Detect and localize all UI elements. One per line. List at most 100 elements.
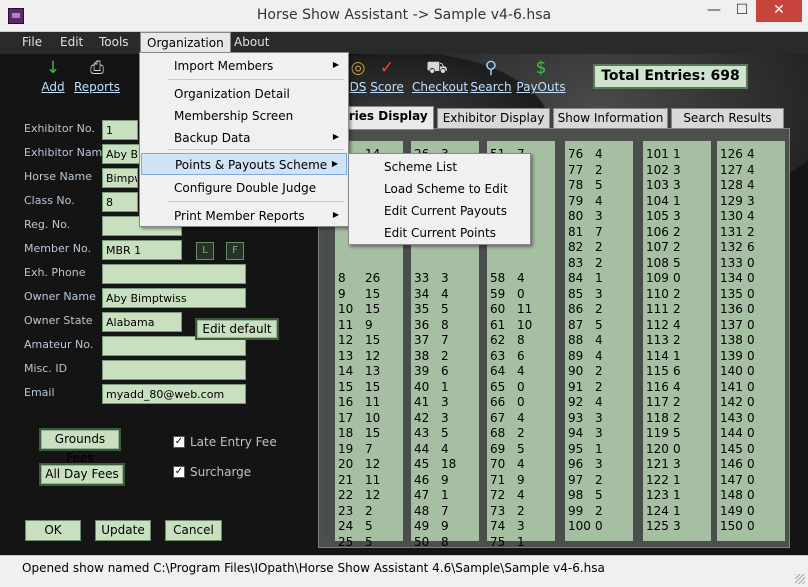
entry-row[interactable]: 105 3 — [643, 209, 711, 225]
entry-row[interactable]: 37 7 — [411, 333, 479, 349]
entry-row[interactable]: 140 0 — [717, 364, 785, 380]
entry-row[interactable]: 69 5 — [487, 442, 555, 458]
entry-row[interactable]: 109 0 — [643, 271, 711, 287]
surcharge-checkbox[interactable]: ✓ — [173, 466, 185, 478]
entry-row[interactable]: 21 11 — [335, 473, 403, 489]
entry-row[interactable]: 75 1 — [487, 535, 555, 551]
entry-row[interactable]: 8 26 — [335, 271, 403, 287]
entry-row[interactable]: 89 4 — [565, 349, 633, 365]
field-misc-id[interactable] — [102, 360, 246, 380]
entry-row[interactable]: 11 9 — [335, 318, 403, 334]
entry-row[interactable]: 114 1 — [643, 349, 711, 365]
entry-row[interactable]: 24 5 — [335, 519, 403, 535]
org-menu-organization-detail[interactable]: Organization Detail — [141, 83, 347, 105]
entry-row[interactable]: 123 1 — [643, 488, 711, 504]
entry-row[interactable]: 15 15 — [335, 380, 403, 396]
toolbar-reports-button[interactable]: ⎙ Reports — [72, 57, 122, 94]
entry-row[interactable]: 102 3 — [643, 163, 711, 179]
tab-show-information[interactable]: Show Information — [553, 108, 668, 129]
entry-row[interactable]: 18 15 — [335, 426, 403, 442]
entry-row[interactable]: 124 1 — [643, 504, 711, 520]
entry-row[interactable]: 20 12 — [335, 457, 403, 473]
entry-row[interactable]: 121 3 — [643, 457, 711, 473]
entry-row[interactable]: 73 2 — [487, 504, 555, 520]
field-horse-name[interactable]: Bimpwo — [102, 168, 138, 188]
minimize-button[interactable]: — — [700, 0, 728, 22]
entry-row[interactable]: 61 10 — [487, 318, 555, 334]
entry-row[interactable]: 150 0 — [717, 519, 785, 535]
entry-row[interactable]: 94 3 — [565, 426, 633, 442]
entry-row[interactable]: 148 0 — [717, 488, 785, 504]
entry-row[interactable]: 141 0 — [717, 380, 785, 396]
cancel-button[interactable]: Cancel — [165, 520, 222, 541]
entry-row[interactable]: 135 0 — [717, 287, 785, 303]
org-menu-configure-double-judge[interactable]: Configure Double Judge — [141, 177, 347, 199]
entry-row[interactable]: 35 5 — [411, 302, 479, 318]
entry-row[interactable] — [487, 256, 555, 272]
entry-row[interactable]: 1312 — [335, 349, 403, 365]
entry-row[interactable]: 50 8 — [411, 535, 479, 551]
entry-row[interactable]: 90 2 — [565, 364, 633, 380]
member-flag-f[interactable]: F — [226, 242, 244, 260]
entry-row[interactable]: 12 15 — [335, 333, 403, 349]
field-exhibitor-no[interactable]: 1 — [102, 120, 138, 140]
entry-row[interactable]: 115 6 — [643, 364, 711, 380]
entry-row[interactable]: 34 4 — [411, 287, 479, 303]
field-owner-name[interactable]: Aby Bimptwiss — [102, 288, 246, 308]
org-menu-import-members[interactable]: Import Members ▶ — [141, 55, 347, 77]
entry-row[interactable]: 38 2 — [411, 349, 479, 365]
entry-row[interactable]: 137 0 — [717, 318, 785, 334]
entry-row[interactable]: 19 7 — [335, 442, 403, 458]
entry-row[interactable]: 78 5 — [565, 178, 633, 194]
entry-row[interactable]: 96 3 — [565, 457, 633, 473]
submenu-scheme-list[interactable]: Scheme List — [349, 156, 530, 178]
entry-row[interactable]: 80 3 — [565, 209, 633, 225]
entry-row[interactable]: 1312 — [717, 225, 785, 241]
entry-row[interactable]: 72 4 — [487, 488, 555, 504]
entry-row[interactable] — [717, 535, 785, 551]
entry-row[interactable]: 47 1 — [411, 488, 479, 504]
close-button[interactable]: ✕ — [756, 0, 802, 22]
entry-row[interactable]: 66 0 — [487, 395, 555, 411]
entry-row[interactable] — [411, 256, 479, 272]
entry-row[interactable]: 9 15 — [335, 287, 403, 303]
menu-about[interactable]: About — [234, 35, 269, 49]
entry-row[interactable]: 95 1 — [565, 442, 633, 458]
entry-row[interactable]: 104 1 — [643, 194, 711, 210]
entry-row[interactable]: 49 9 — [411, 519, 479, 535]
entry-row[interactable]: 142 0 — [717, 395, 785, 411]
entry-row[interactable]: 63 6 — [487, 349, 555, 365]
entry-row[interactable]: 58 4 — [487, 271, 555, 287]
entry-row[interactable]: 99 2 — [565, 504, 633, 520]
menu-file[interactable]: File — [22, 35, 42, 49]
menu-organization[interactable]: Organization — [140, 32, 231, 54]
entry-row[interactable]: 91 2 — [565, 380, 633, 396]
entry-row[interactable]: 132 6 — [717, 240, 785, 256]
entry-row[interactable]: 122 1 — [643, 473, 711, 489]
submenu-edit-current-payouts[interactable]: Edit Current Payouts — [349, 200, 530, 222]
entry-row[interactable]: 46 9 — [411, 473, 479, 489]
submenu-edit-current-points[interactable]: Edit Current Points — [349, 222, 530, 244]
entry-row[interactable]: 86 2 — [565, 302, 633, 318]
entry-row[interactable]: 42 3 — [411, 411, 479, 427]
entry-row[interactable]: 48 7 — [411, 504, 479, 520]
entry-row[interactable]: 36 8 — [411, 318, 479, 334]
entry-row[interactable]: 44 4 — [411, 442, 479, 458]
ok-button[interactable]: OK — [25, 520, 81, 541]
entry-row[interactable]: 111 2 — [643, 302, 711, 318]
org-menu-backup-data[interactable]: Backup Data ▶ — [141, 127, 347, 149]
entry-row[interactable]: 147 0 — [717, 473, 785, 489]
entry-row[interactable]: 71 9 — [487, 473, 555, 489]
maximize-button[interactable]: ☐ — [728, 0, 756, 22]
entry-row[interactable]: 41 3 — [411, 395, 479, 411]
menu-tools[interactable]: Tools — [99, 35, 129, 49]
entry-row[interactable]: 45 18 — [411, 457, 479, 473]
entry-row[interactable]: 112 4 — [643, 318, 711, 334]
entry-row[interactable]: 146 0 — [717, 457, 785, 473]
entry-row[interactable]: 127 4 — [717, 163, 785, 179]
field-member-no[interactable]: MBR 1 — [102, 240, 182, 260]
entry-row[interactable] — [335, 256, 403, 272]
entry-row[interactable]: 85 3 — [565, 287, 633, 303]
toolbar-checkout-button[interactable]: ⛟ Checkout — [412, 57, 468, 94]
entry-row[interactable]: 68 2 — [487, 426, 555, 442]
